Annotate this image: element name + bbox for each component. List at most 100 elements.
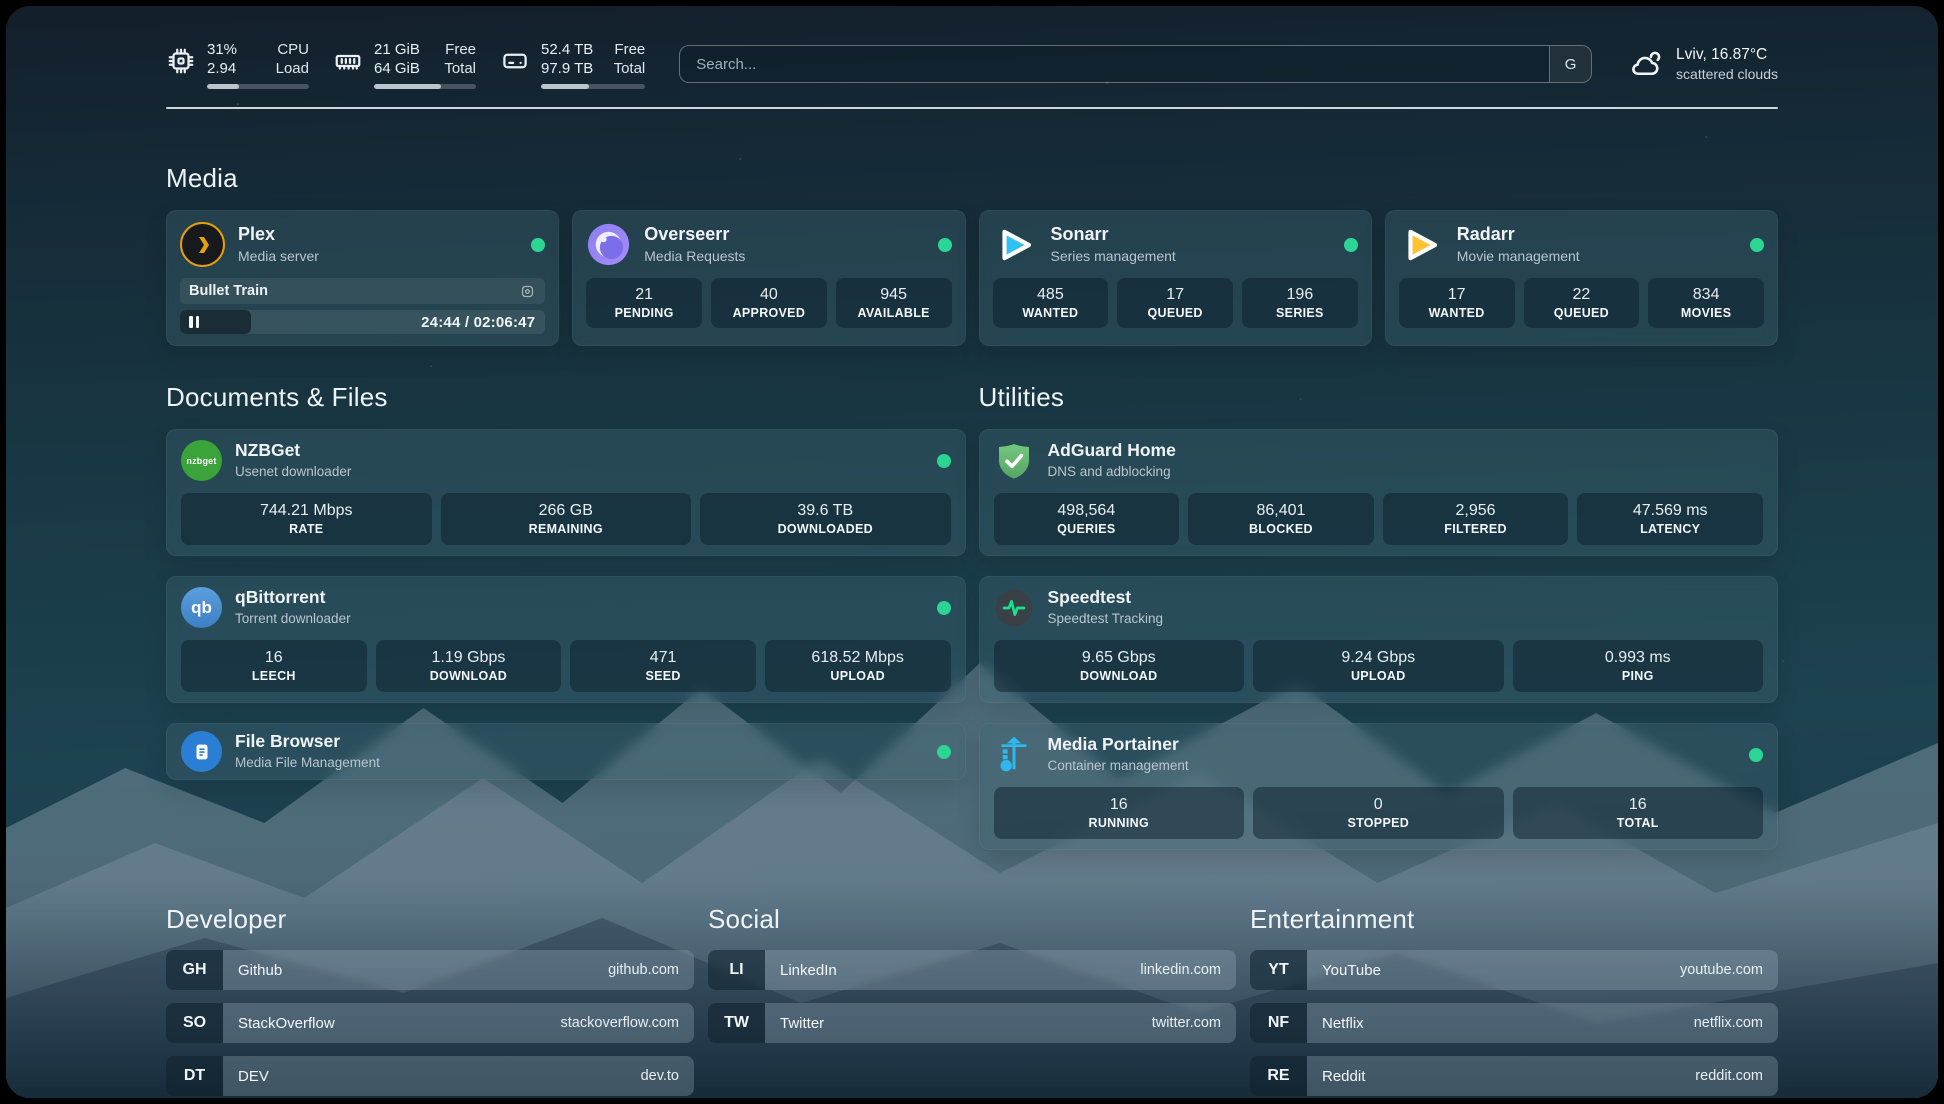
service-description: Container management [1048,758,1189,774]
disk-widget: 52.4 TB 97.9 TB Free Total [500,40,645,89]
cpu-chip-icon [166,46,196,76]
card-portainer[interactable]: Media Portainer Container management 16 … [979,723,1779,850]
bookmark-url: twitter.com [1152,1015,1221,1031]
now-playing-title: Bullet Train [189,283,268,299]
stat-upload: 618.52 Mbps UPLOAD [765,640,951,692]
card-filebrowser[interactable]: File Browser Media File Management [166,723,966,780]
now-playing-row: Bullet Train [180,278,545,304]
service-name: Radarr [1457,224,1580,246]
service-description: Usenet downloader [235,464,351,480]
disk-progress-fill [541,84,589,89]
bookmark-name: YouTube [1322,962,1381,979]
section-title-utilities: Utilities [979,382,1779,413]
bookmark-url: stackoverflow.com [561,1015,679,1031]
stat-seed: 471 SEED [570,640,756,692]
section-title-social: Social [708,904,1236,935]
cloud-moon-icon [1628,46,1664,82]
card-sonarr[interactable]: Sonarr Series management 485 WANTED 17 Q… [979,210,1372,346]
bookmark-abbr: SO [166,1003,223,1043]
service-name: Speedtest [1048,587,1164,608]
card-speedtest[interactable]: Speedtest Speedtest Tracking 9.65 Gbps D… [979,576,1779,703]
weather-condition: scattered clouds [1676,66,1778,82]
bookmark-abbr: DT [166,1056,223,1096]
stat-leech: 16 LEECH [181,640,367,692]
memory-free-label: Free [438,40,476,60]
card-nzbget[interactable]: nzbget NZBGet Usenet downloader 744.21 M… [166,429,966,556]
stat-available: 945 AVAILABLE [836,278,952,328]
bookmark-url: youtube.com [1680,962,1763,978]
disk-free-value: 52.4 TB [541,40,593,60]
memory-widget: 21 GiB 64 GiB Free Total [333,40,476,89]
stat-downloaded: 39.6 TB DOWNLOADED [700,493,951,545]
adguard-logo-icon [994,440,1035,481]
card-qbittorrent[interactable]: qb qBittorrent Torrent downloader 16 [166,576,966,703]
service-description: Torrent downloader [235,611,351,627]
service-description: Movie management [1457,248,1580,265]
memory-total-label: Total [438,59,476,79]
cpu-load-value: 2.94 [207,59,257,79]
playback-elapsed-fill [180,310,251,334]
sonarr-logo-icon [993,222,1038,267]
service-name: File Browser [235,731,380,752]
section-title-developer: Developer [166,904,694,935]
stat-filtered: 2,956 FILTERED [1383,493,1569,545]
playback-progress-bar: 24:44 / 02:06:47 [180,310,545,334]
status-dot-online [938,238,952,252]
stat-wanted: 17 WANTED [1399,278,1515,328]
bookmark-twitter[interactable]: TW Twitter twitter.com [708,1003,1236,1043]
card-overseerr[interactable]: Overseerr Media Requests 21 PENDING 40 A… [572,210,965,346]
memory-free-value: 21 GiB [374,40,424,60]
bookmark-reddit[interactable]: RE Reddit reddit.com [1250,1056,1778,1096]
bookmark-name: DEV [238,1068,269,1085]
memory-progress-track [374,84,476,89]
bookmark-name: Github [238,962,282,979]
bookmark-github[interactable]: GH Github github.com [166,950,694,990]
stat-ping: 0.993 ms PING [1513,640,1764,692]
section-utilities: Utilities AdGuard Home [979,382,1779,850]
section-title-documents: Documents & Files [166,382,966,413]
card-adguard[interactable]: AdGuard Home DNS and adblocking 498,564 … [979,429,1779,556]
overseerr-logo-icon [586,222,631,267]
disk-free-label: Free [607,40,645,60]
cpu-usage-label: CPU [271,40,309,60]
card-plex[interactable]: Plex Media server Bullet Train [166,210,559,346]
memory-progress-fill [374,84,441,89]
bookmark-abbr: YT [1250,950,1307,990]
stat-queries: 498,564 QUERIES [994,493,1180,545]
section-developer: Developer GH Github github.com SO StackO… [166,904,694,1098]
bookmark-url: dev.to [641,1068,679,1084]
filebrowser-logo-icon [181,731,222,772]
card-radarr[interactable]: Radarr Movie management 17 WANTED 22 QUE… [1385,210,1778,346]
search-engine-button[interactable]: G [1549,46,1591,82]
stat-queued: 17 QUEUED [1117,278,1233,328]
bookmark-url: linkedin.com [1140,962,1221,978]
service-description: Media Requests [644,248,745,265]
service-name: NZBGet [235,440,351,461]
cpu-load-label: Load [271,59,309,79]
bookmark-netflix[interactable]: NF Netflix netflix.com [1250,1003,1778,1043]
status-dot-online [937,745,951,759]
service-description: Series management [1051,248,1176,265]
section-social: Social LI LinkedIn linkedin.com TW Twitt… [708,904,1236,1098]
bookmark-url: reddit.com [1695,1068,1763,1084]
ram-icon [333,46,363,76]
bookmark-stackoverflow[interactable]: SO StackOverflow stackoverflow.com [166,1003,694,1043]
service-description: DNS and adblocking [1048,464,1176,480]
service-name: AdGuard Home [1048,440,1176,461]
stat-pending: 21 PENDING [586,278,702,328]
cpu-progress-track [207,84,309,89]
bookmark-linkedin[interactable]: LI LinkedIn linkedin.com [708,950,1236,990]
status-dot-online [937,601,951,615]
weather-widget: Lviv, 16.87°C scattered clouds [1628,46,1778,82]
section-title-media: Media [166,163,1778,194]
speedtest-logo-icon [994,587,1035,628]
stat-movies: 834 MOVIES [1648,278,1764,328]
status-dot-online [1750,238,1764,252]
bookmark-abbr: NF [1250,1003,1307,1043]
media-type-icon [519,283,536,300]
stat-wanted: 485 WANTED [993,278,1109,328]
bookmark-youtube[interactable]: YT YouTube youtube.com [1250,950,1778,990]
bookmark-dev[interactable]: DT DEV dev.to [166,1056,694,1096]
search-input[interactable] [680,46,1549,82]
status-dot-online [1749,748,1763,762]
